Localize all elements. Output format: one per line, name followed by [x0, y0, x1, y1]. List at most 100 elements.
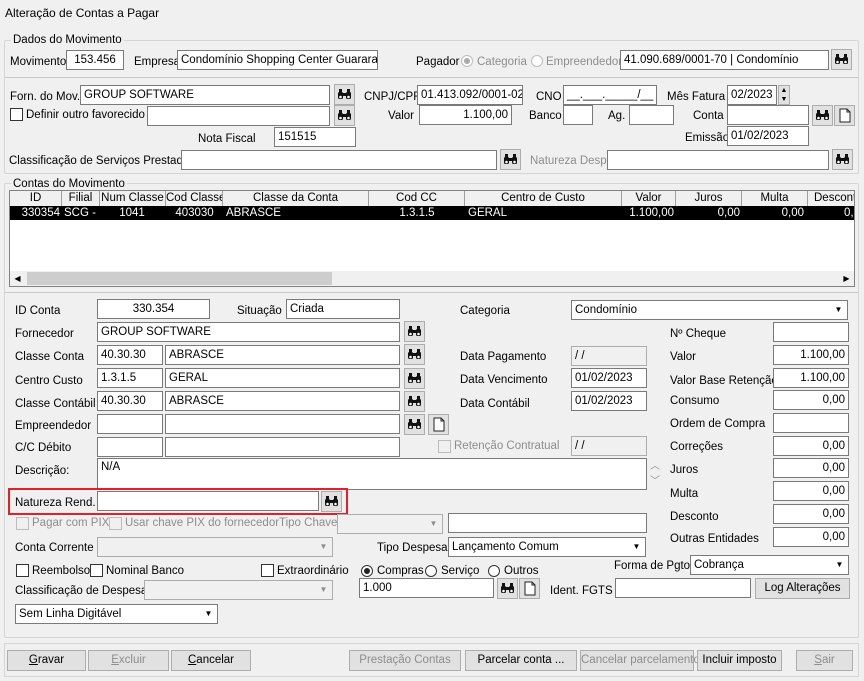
- col-header-filial[interactable]: Filial: [62, 191, 100, 206]
- valor-detalhe-field[interactable]: 1.100,00: [773, 345, 849, 365]
- scroll-right-icon[interactable]: ▶: [839, 271, 854, 286]
- cno-field[interactable]: __.___._____/__: [563, 85, 657, 105]
- movimento-field[interactable]: 153.456: [66, 50, 124, 70]
- data-contabil-field[interactable]: 01/02/2023: [571, 391, 647, 411]
- spin-up-icon[interactable]: ▲: [779, 86, 789, 95]
- incluir-imposto-button[interactable]: Incluir imposto: [697, 650, 782, 671]
- pix-checkbox[interactable]: [16, 517, 29, 530]
- chevron-down-icon[interactable]: ▼: [831, 302, 846, 318]
- scroll-left-icon[interactable]: ◀: [10, 271, 25, 286]
- col-header-centro-custo[interactable]: Centro de Custo: [465, 191, 622, 206]
- forma-pgto-select[interactable]: Cobrança ▼: [690, 555, 849, 575]
- excluir-button[interactable]: Excluir: [88, 650, 169, 671]
- chevron-down-icon[interactable]: ▼: [629, 539, 644, 555]
- ordem-compra-field[interactable]: [773, 413, 849, 433]
- search-natureza-rend-button[interactable]: [321, 491, 342, 512]
- search-classif-button[interactable]: [500, 149, 521, 170]
- log-alteracoes-button[interactable]: Log Alterações: [755, 578, 850, 599]
- cc-debito-code-field[interactable]: [97, 437, 163, 457]
- juros-field[interactable]: 0,00: [773, 458, 849, 478]
- new-qtd-button[interactable]: [519, 578, 540, 599]
- data-pagamento-field[interactable]: / /: [571, 346, 647, 366]
- chevron-down-icon[interactable]: ▼: [426, 516, 441, 532]
- tipo-despesa-select[interactable]: Lançamento Comum ▼: [448, 537, 646, 557]
- conta-field[interactable]: [727, 105, 809, 125]
- chevron-down-icon[interactable]: ▼: [316, 582, 331, 598]
- new-conta-button[interactable]: [834, 105, 855, 126]
- retencao-checkbox[interactable]: [438, 440, 451, 453]
- natureza-desp-field[interactable]: [607, 150, 829, 170]
- valor-field[interactable]: 1.100,00: [419, 105, 512, 125]
- col-header-juros[interactable]: Juros: [676, 191, 742, 206]
- col-header-num-classe[interactable]: Num Classe: [100, 191, 166, 206]
- correcoes-field[interactable]: 0,00: [773, 436, 849, 456]
- col-header-classe-conta[interactable]: Classe da Conta: [223, 191, 369, 206]
- cancelar-parcelamento-button[interactable]: Cancelar parcelamento: [580, 650, 700, 671]
- empresa-field[interactable]: Condomínio Shopping Center Guararapes: [177, 50, 378, 70]
- search-pagador-button[interactable]: [831, 49, 852, 70]
- col-header-desconto[interactable]: Desconto: [808, 191, 854, 206]
- descricao-scroll-down-icon[interactable]: ﹀: [650, 475, 660, 489]
- col-header-multa[interactable]: Multa: [742, 191, 808, 206]
- prestacao-contas-button[interactable]: Prestação Contas: [349, 650, 461, 671]
- search-forn-button[interactable]: [334, 84, 355, 105]
- classif-servicos-field[interactable]: [181, 150, 497, 170]
- valor-base-field[interactable]: 1.100,00: [773, 368, 849, 388]
- retencao-field[interactable]: / /: [571, 436, 647, 456]
- new-empreendedor-button[interactable]: [428, 414, 449, 435]
- classe-conta-code-field[interactable]: 40.30.30: [97, 345, 163, 365]
- linha-digitavel-select[interactable]: Sem Linha Digitável ▼: [15, 604, 218, 624]
- scrollbar-thumb[interactable]: [27, 272, 332, 285]
- tipo-chave-select[interactable]: ▼: [337, 514, 443, 534]
- sair-button[interactable]: Sair: [796, 650, 853, 671]
- col-header-valor[interactable]: Valor: [622, 191, 676, 206]
- search-contabil-button[interactable]: [404, 391, 425, 412]
- fgts-field[interactable]: [615, 578, 751, 598]
- desconto-field[interactable]: 0,00: [773, 504, 849, 524]
- chevron-down-icon[interactable]: ▼: [316, 539, 331, 555]
- chevron-down-icon[interactable]: ▼: [832, 557, 847, 573]
- search-natureza-button[interactable]: [832, 149, 853, 170]
- search-qtd-button[interactable]: [497, 578, 518, 599]
- spin-down-icon[interactable]: ▼: [779, 95, 789, 104]
- centro-custo-code-field[interactable]: 1.3.1.5: [97, 368, 163, 388]
- chevron-down-icon[interactable]: ▼: [201, 606, 216, 622]
- mes-fatura-spinner[interactable]: ▲ ▼: [778, 85, 790, 105]
- col-header-cod-classe[interactable]: Cod Classe: [166, 191, 223, 206]
- cc-debito-name-field[interactable]: [165, 437, 400, 457]
- centro-custo-name-field[interactable]: GERAL: [165, 368, 400, 388]
- search-cc-button[interactable]: [404, 368, 425, 389]
- classe-contabil-code-field[interactable]: 40.30.30: [97, 391, 163, 411]
- outros-radio[interactable]: [488, 565, 500, 577]
- conta-corrente-select[interactable]: ▼: [97, 537, 333, 557]
- search-fornecedor-button[interactable]: [404, 321, 425, 342]
- favorecido-checkbox[interactable]: [10, 108, 23, 121]
- col-header-cod-cc[interactable]: Cod CC: [369, 191, 465, 206]
- natureza-rend-field[interactable]: [97, 491, 319, 511]
- outras-entidades-field[interactable]: 0,00: [773, 527, 849, 547]
- search-empreendedor-button[interactable]: [404, 414, 425, 435]
- reembolso-checkbox[interactable]: [16, 564, 29, 577]
- nominal-banco-checkbox[interactable]: [90, 564, 103, 577]
- favorecido-field[interactable]: [147, 106, 330, 126]
- cheque-field[interactable]: [773, 322, 849, 342]
- id-conta-field[interactable]: 330.354: [97, 299, 210, 319]
- descricao-scroll-up-icon[interactable]: ︿: [650, 460, 660, 474]
- categoria-radio[interactable]: [461, 55, 473, 67]
- classe-conta-name-field[interactable]: ABRASCE: [165, 345, 400, 365]
- classif-despesas-select[interactable]: ▼: [144, 580, 333, 600]
- banco-field[interactable]: [563, 105, 593, 125]
- empreendedor-code-field[interactable]: [97, 414, 163, 434]
- nota-fiscal-field[interactable]: 151515: [274, 127, 356, 147]
- parcelar-conta-button[interactable]: Parcelar conta ...: [465, 650, 577, 671]
- cnpj-field[interactable]: 01.413.092/0001-02: [417, 85, 523, 105]
- descricao-field[interactable]: N/A: [97, 458, 647, 490]
- cancelar-button[interactable]: Cancelar: [171, 650, 251, 671]
- gravar-button[interactable]: Gravar: [7, 650, 86, 671]
- data-vencimento-field[interactable]: 01/02/2023: [571, 368, 647, 388]
- col-header-id[interactable]: ID: [10, 191, 62, 206]
- mes-fatura-field[interactable]: 02/2023: [727, 85, 777, 105]
- consumo-field[interactable]: 0,00: [773, 390, 849, 410]
- extraordinario-checkbox[interactable]: [261, 564, 274, 577]
- servico-radio[interactable]: [425, 565, 437, 577]
